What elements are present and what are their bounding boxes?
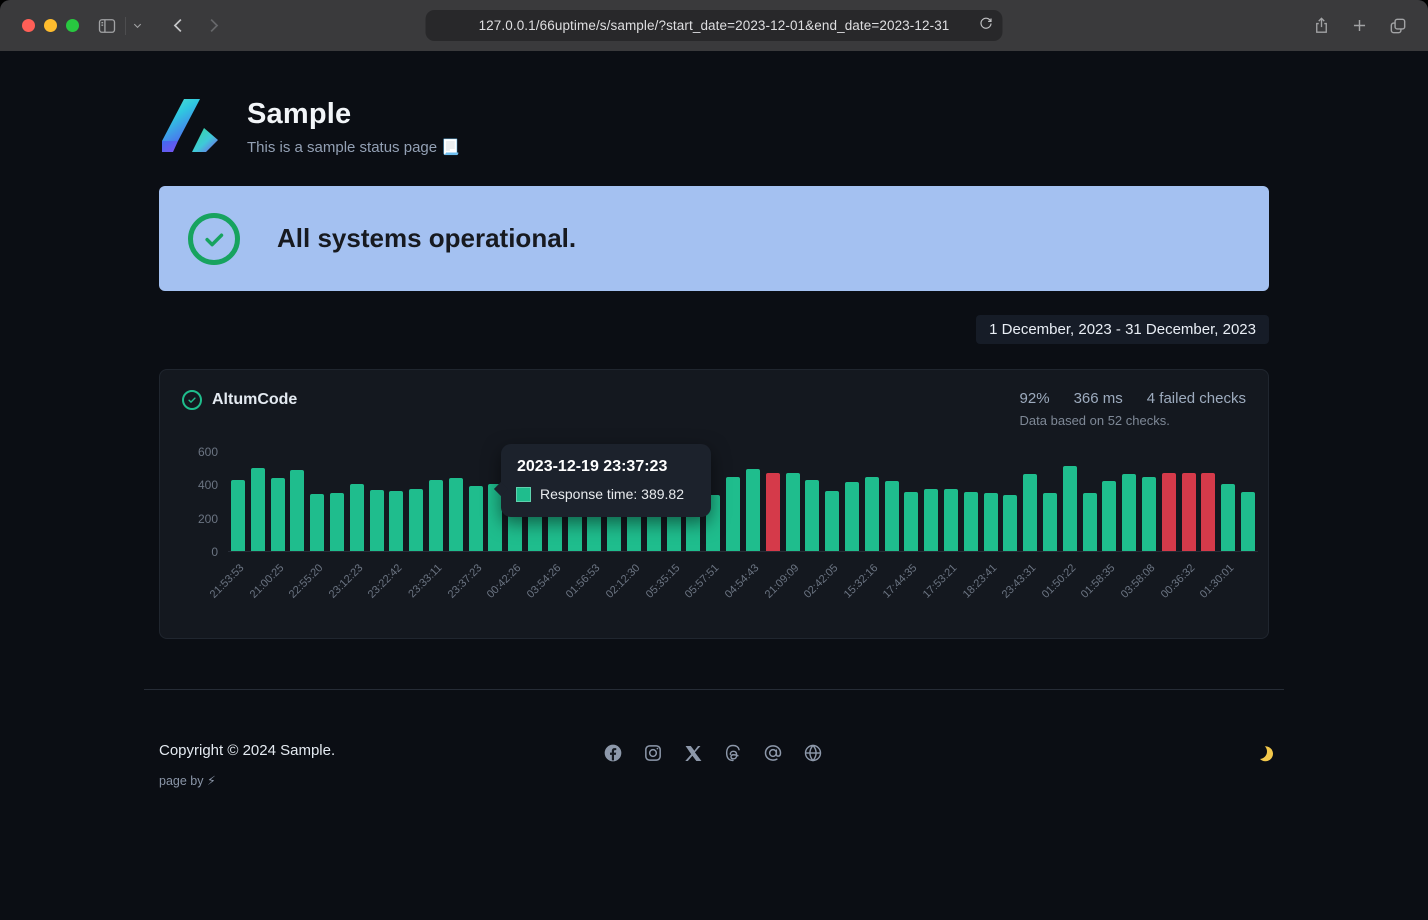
status-banner: All systems operational.: [159, 186, 1269, 291]
chart-tooltip: 2023-12-19 23:37:23 Response time: 389.8…: [501, 444, 711, 517]
chart-bar[interactable]: [310, 494, 324, 551]
monitor-status-icon: [182, 390, 202, 410]
theme-toggle-moon-icon[interactable]: [1250, 742, 1269, 761]
chart-bar[interactable]: [1122, 474, 1136, 551]
footer-divider: [144, 689, 1284, 690]
chart-bar[interactable]: [1043, 493, 1057, 551]
back-icon[interactable]: [169, 16, 188, 35]
threads-icon[interactable]: [723, 743, 743, 763]
chart-bar[interactable]: [825, 491, 839, 551]
status-message: All systems operational.: [277, 223, 576, 254]
chart-y-tick: 400: [182, 478, 218, 492]
average-response: 366 ms: [1074, 390, 1123, 407]
tab-overview-icon[interactable]: [1388, 16, 1408, 36]
chart-bar[interactable]: [1023, 474, 1037, 551]
chart-bar[interactable]: [330, 493, 344, 551]
browser-window: 127.0.0.1/66uptime/s/sample/?start_date=…: [0, 0, 1428, 920]
chart-bar[interactable]: [805, 480, 819, 551]
response-time-chart: 0200400600 21:53:5321:00:2522:55:2023:12…: [228, 452, 1246, 632]
site-logo: [159, 95, 223, 159]
footer: Copyright © 2024 Sample. page by ⚡: [159, 742, 1269, 788]
chart-bar[interactable]: [766, 473, 780, 551]
minimize-window-button[interactable]: [44, 19, 57, 32]
chart-bar[interactable]: [1063, 466, 1077, 551]
forward-icon[interactable]: [204, 16, 223, 35]
chart-bar[interactable]: [469, 486, 483, 551]
chart-bar[interactable]: [964, 492, 978, 551]
site-header: Sample This is a sample status page 📃: [159, 95, 1269, 159]
url-text: 127.0.0.1/66uptime/s/sample/?start_date=…: [479, 18, 950, 33]
share-icon[interactable]: [1312, 16, 1331, 36]
uptime-percent: 92%: [1020, 390, 1050, 407]
chart-bar[interactable]: [924, 489, 938, 551]
chart-bar[interactable]: [885, 481, 899, 551]
chart-bar[interactable]: [251, 468, 265, 551]
chart-bar[interactable]: [231, 480, 245, 551]
tooltip-title: 2023-12-19 23:37:23: [517, 458, 695, 476]
chart-bar[interactable]: [1083, 493, 1097, 551]
chart-bar[interactable]: [1162, 473, 1176, 551]
x-icon[interactable]: [683, 743, 703, 763]
chart-bar[interactable]: [449, 478, 463, 551]
chart-y-tick: 200: [182, 512, 218, 526]
reload-icon[interactable]: [979, 16, 994, 36]
date-range-badge[interactable]: 1 December, 2023 - 31 December, 2023: [976, 315, 1269, 344]
chart-xlabels: 21:53:5321:00:2522:55:2023:12:2323:22:42…: [228, 552, 1258, 632]
chart-bar[interactable]: [726, 477, 740, 551]
browser-toolbar: 127.0.0.1/66uptime/s/sample/?start_date=…: [0, 0, 1428, 51]
address-bar[interactable]: 127.0.0.1/66uptime/s/sample/?start_date=…: [426, 10, 1003, 41]
new-tab-icon[interactable]: [1350, 16, 1369, 36]
monitor-name: AltumCode: [212, 391, 297, 409]
chart-bar[interactable]: [350, 484, 364, 551]
close-window-button[interactable]: [22, 19, 35, 32]
chart-bar[interactable]: [865, 477, 879, 551]
chart-bar[interactable]: [944, 489, 958, 551]
chart-bar[interactable]: [1201, 473, 1215, 551]
page-title: Sample: [247, 98, 460, 131]
chart-plot: 0200400600: [228, 452, 1258, 552]
checks-note: Data based on 52 checks.: [1020, 413, 1246, 428]
chart-bar[interactable]: [1241, 492, 1255, 551]
social-links: [516, 742, 909, 763]
chart-bar[interactable]: [429, 480, 443, 551]
legend-swatch-icon: [517, 488, 530, 501]
chart-y-tick: 600: [182, 445, 218, 459]
chart-bar[interactable]: [271, 478, 285, 551]
chart-bar[interactable]: [746, 469, 760, 551]
window-controls: [22, 19, 79, 32]
monitor-stats: 92% 366 ms 4 failed checks Data based on…: [1020, 390, 1246, 428]
zoom-window-button[interactable]: [66, 19, 79, 32]
sidebar-toggle-icon[interactable]: [97, 16, 117, 36]
chart-bar[interactable]: [290, 470, 304, 551]
chart-bar[interactable]: [786, 473, 800, 551]
tooltip-text: Response time: 389.82: [540, 486, 684, 502]
chart-bar[interactable]: [1142, 477, 1156, 551]
status-page: Sample This is a sample status page 📃 Al…: [0, 51, 1428, 920]
failed-checks: 4 failed checks: [1147, 390, 1246, 407]
monitor-card: AltumCode 92% 366 ms 4 failed checks Dat…: [159, 369, 1269, 639]
globe-icon[interactable]: [803, 743, 823, 763]
page-by-text: page by ⚡: [159, 773, 516, 788]
chevron-down-icon[interactable]: [132, 20, 143, 31]
check-circle-icon: [188, 213, 240, 265]
chart-bar[interactable]: [389, 491, 403, 551]
chart-y-tick: 0: [182, 545, 218, 559]
facebook-icon[interactable]: [603, 743, 623, 763]
chart-bar[interactable]: [984, 493, 998, 551]
instagram-icon[interactable]: [643, 743, 663, 763]
chart-bar[interactable]: [1102, 481, 1116, 551]
chart-bar[interactable]: [1003, 495, 1017, 551]
toolbar-divider: [125, 17, 126, 35]
page-subtitle: This is a sample status page 📃: [247, 138, 460, 156]
chart-bar[interactable]: [370, 490, 384, 551]
copyright-text: Copyright © 2024 Sample.: [159, 742, 516, 759]
chart-bar[interactable]: [1182, 473, 1196, 551]
chart-bar[interactable]: [845, 482, 859, 551]
chart-bar[interactable]: [409, 489, 423, 551]
chart-bar[interactable]: [904, 492, 918, 551]
chart-bar[interactable]: [1221, 484, 1235, 551]
at-icon[interactable]: [763, 743, 783, 763]
